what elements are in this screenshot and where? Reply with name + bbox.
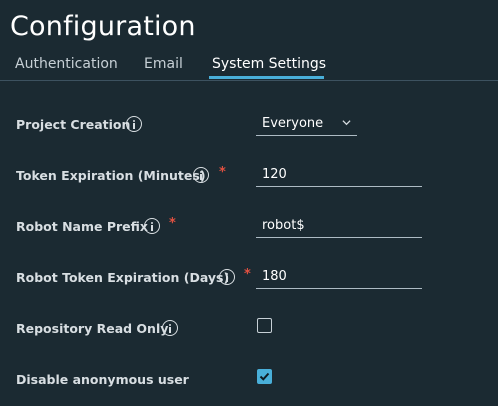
project-creation-label: Project Creation: [16, 117, 131, 132]
required-asterisk: *: [244, 267, 251, 282]
disable-anonymous-user-checkbox[interactable]: [257, 369, 272, 384]
robot-token-expiration-input[interactable]: 180: [256, 267, 422, 289]
token-expiration-row: Token Expiration (Minutes) * 120: [16, 165, 486, 189]
checkmark-icon: [259, 372, 270, 381]
required-asterisk: *: [169, 216, 176, 231]
info-icon[interactable]: [193, 167, 209, 183]
token-expiration-label: Token Expiration (Minutes): [16, 168, 206, 183]
tab-bar: Authentication Email System Settings: [0, 52, 498, 81]
repository-read-only-checkbox[interactable]: [257, 318, 272, 333]
disable-anonymous-user-row: Disable anonymous user: [16, 369, 486, 393]
disable-anonymous-user-label: Disable anonymous user: [16, 372, 189, 387]
page-title: Configuration: [10, 11, 196, 42]
repository-read-only-row: Repository Read Only: [16, 318, 486, 342]
project-creation-value: Everyone: [262, 116, 324, 131]
project-creation-select[interactable]: Everyone: [256, 114, 357, 136]
active-tab-indicator: [209, 76, 324, 79]
info-icon[interactable]: [126, 116, 142, 132]
configuration-page: Configuration Authentication Email Syste…: [0, 0, 498, 406]
chevron-down-icon: [342, 120, 351, 126]
robot-name-prefix-row: Robot Name Prefix * robot$: [16, 216, 486, 240]
tab-email[interactable]: Email: [144, 55, 183, 73]
tab-system-settings[interactable]: System Settings: [212, 55, 326, 73]
tab-authentication[interactable]: Authentication: [15, 55, 118, 73]
repository-read-only-label: Repository Read Only: [16, 321, 169, 336]
info-icon[interactable]: [144, 218, 160, 234]
required-asterisk: *: [219, 165, 226, 180]
robot-token-expiration-row: Robot Token Expiration (Days) * 180: [16, 267, 486, 291]
token-expiration-input[interactable]: 120: [256, 165, 422, 187]
robot-token-expiration-label: Robot Token Expiration (Days): [16, 270, 230, 285]
project-creation-row: Project Creation Everyone: [16, 114, 486, 138]
info-icon[interactable]: [162, 320, 178, 336]
robot-name-prefix-input[interactable]: robot$: [256, 216, 422, 238]
info-icon[interactable]: [219, 269, 235, 285]
robot-name-prefix-label: Robot Name Prefix: [16, 219, 148, 234]
